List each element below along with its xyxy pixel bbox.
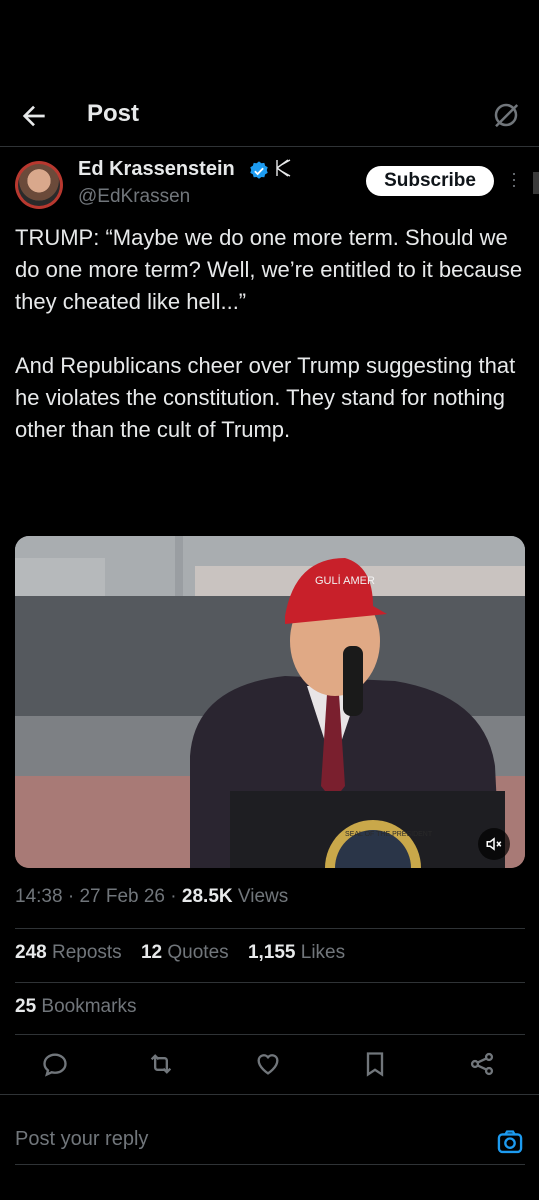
post-text: TRUMP: “Maybe we do one more term. Shoul…: [15, 222, 530, 446]
avatar[interactable]: [15, 161, 63, 209]
verified-badge-icon: [250, 161, 268, 179]
divider: [15, 1164, 525, 1165]
post-paragraph: And Republicans cheer over Trump suggest…: [15, 353, 516, 442]
divider: [15, 928, 525, 929]
hat-text: GULİ AMER: [315, 574, 375, 587]
arrow-left-icon[interactable]: [18, 100, 50, 132]
affiliate-k-icon: [276, 159, 291, 177]
speaker-muted-icon[interactable]: [478, 828, 510, 860]
divider: [0, 146, 539, 147]
share-icon[interactable]: [468, 1050, 496, 1078]
like-icon[interactable]: [254, 1050, 282, 1078]
divider: [15, 1034, 525, 1035]
engagement-stats: 248 Reposts 12 Quotes 1,155 Likes: [15, 942, 345, 964]
post-video[interactable]: GULİ AMER SEAL OF THE PRESIDENT: [15, 536, 525, 868]
camera-icon[interactable]: [496, 1128, 524, 1156]
scrollbar[interactable]: [533, 172, 539, 194]
divider: [0, 1094, 539, 1095]
seal-text: SEAL OF THE PRESIDENT: [345, 831, 433, 838]
divider: [15, 982, 525, 983]
video-frame: GULİ AMER SEAL OF THE PRESIDENT: [15, 536, 525, 868]
affiliate-badge: [274, 158, 294, 184]
repost-icon[interactable]: [147, 1050, 175, 1078]
subscribe-button[interactable]: Subscribe: [366, 166, 494, 196]
author-name[interactable]: Ed Krassenstein: [78, 158, 235, 181]
reply-input[interactable]: Post your reply: [15, 1128, 148, 1151]
action-bar: [0, 1048, 539, 1082]
bookmark-icon[interactable]: [361, 1050, 389, 1078]
author-handle[interactable]: @EdKrassen: [78, 186, 190, 208]
post-paragraph: TRUMP: “Maybe we do one more term. Shoul…: [15, 225, 523, 314]
more-options-icon[interactable]: · · ·: [509, 164, 519, 194]
views-count: 28.5K: [181, 886, 233, 907]
grok-icon[interactable]: [491, 100, 521, 130]
post-date[interactable]: 27 Feb 26: [79, 886, 165, 907]
bookmarks-stat[interactable]: 25 Bookmarks: [15, 996, 136, 1018]
post-meta: 14:38 · 27 Feb 26 · 28.5K Views: [15, 886, 289, 907]
quotes-stat[interactable]: 12 Quotes: [141, 942, 229, 963]
top-bar: Post: [0, 88, 539, 144]
page-title: Post: [87, 100, 140, 127]
reposts-stat[interactable]: 248 Reposts: [15, 942, 122, 963]
views-label: Views: [237, 886, 289, 907]
likes-stat[interactable]: 1,155 Likes: [248, 942, 345, 963]
reply-icon[interactable]: [41, 1050, 69, 1078]
post-time[interactable]: 14:38: [15, 886, 63, 907]
